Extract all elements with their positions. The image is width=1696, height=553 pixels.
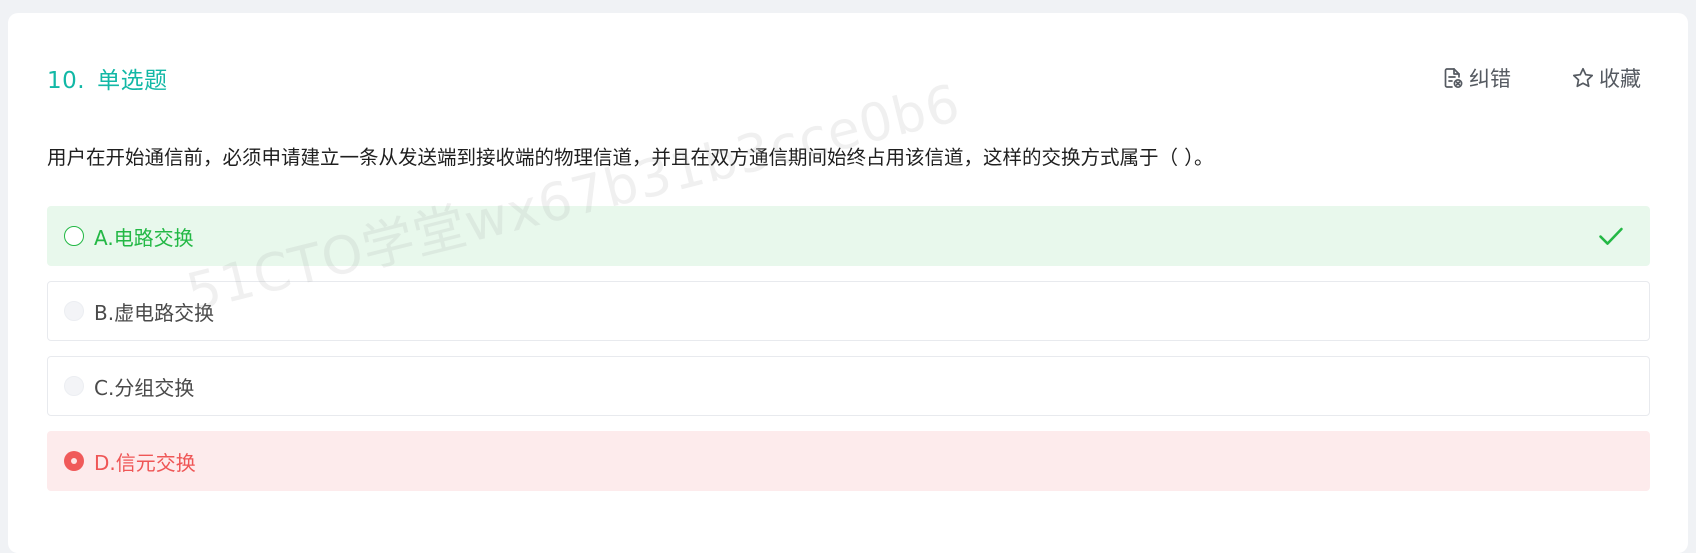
question-number: 10.	[47, 68, 86, 94]
question-type: 单选题	[97, 68, 168, 94]
question-card: 10. 单选题 纠错 收藏 用户在开始通信前，必须申请建立一条从发送端到接收端的…	[8, 13, 1688, 553]
radio-circle-icon[interactable]	[64, 376, 84, 396]
radio-circle-icon[interactable]	[64, 226, 84, 246]
option-c[interactable]: C.分组交换	[47, 356, 1650, 416]
question-stem: 用户在开始通信前，必须申请建立一条从发送端到接收端的物理信道，并且在双方通信期间…	[47, 146, 1214, 169]
options-list: A.电路交换 B.虚电路交换 C.分组交换 D.信元交换	[47, 206, 1650, 506]
option-a[interactable]: A.电路交换	[47, 206, 1650, 266]
question-actions: 纠错 收藏	[1441, 63, 1641, 93]
checkmark-icon	[1599, 227, 1623, 245]
question-title: 10. 单选题	[47, 61, 168, 95]
radio-selected-icon[interactable]	[64, 451, 84, 471]
star-outline-icon	[1572, 67, 1594, 88]
favorite-label: 收藏	[1599, 67, 1641, 91]
option-label: D.信元交换	[94, 450, 196, 475]
option-label: B.虚电路交换	[94, 300, 215, 325]
report-error-button[interactable]: 纠错	[1441, 63, 1511, 93]
option-label: A.电路交换	[94, 225, 194, 250]
option-label: C.分组交换	[94, 375, 195, 400]
favorite-button[interactable]: 收藏	[1571, 63, 1641, 93]
radio-circle-icon[interactable]	[64, 301, 84, 321]
report-error-icon	[1444, 68, 1463, 88]
option-d[interactable]: D.信元交换	[47, 431, 1650, 491]
option-b[interactable]: B.虚电路交换	[47, 281, 1650, 341]
question-header: 10. 单选题 纠错 收藏	[47, 55, 1641, 101]
report-error-label: 纠错	[1469, 67, 1511, 91]
